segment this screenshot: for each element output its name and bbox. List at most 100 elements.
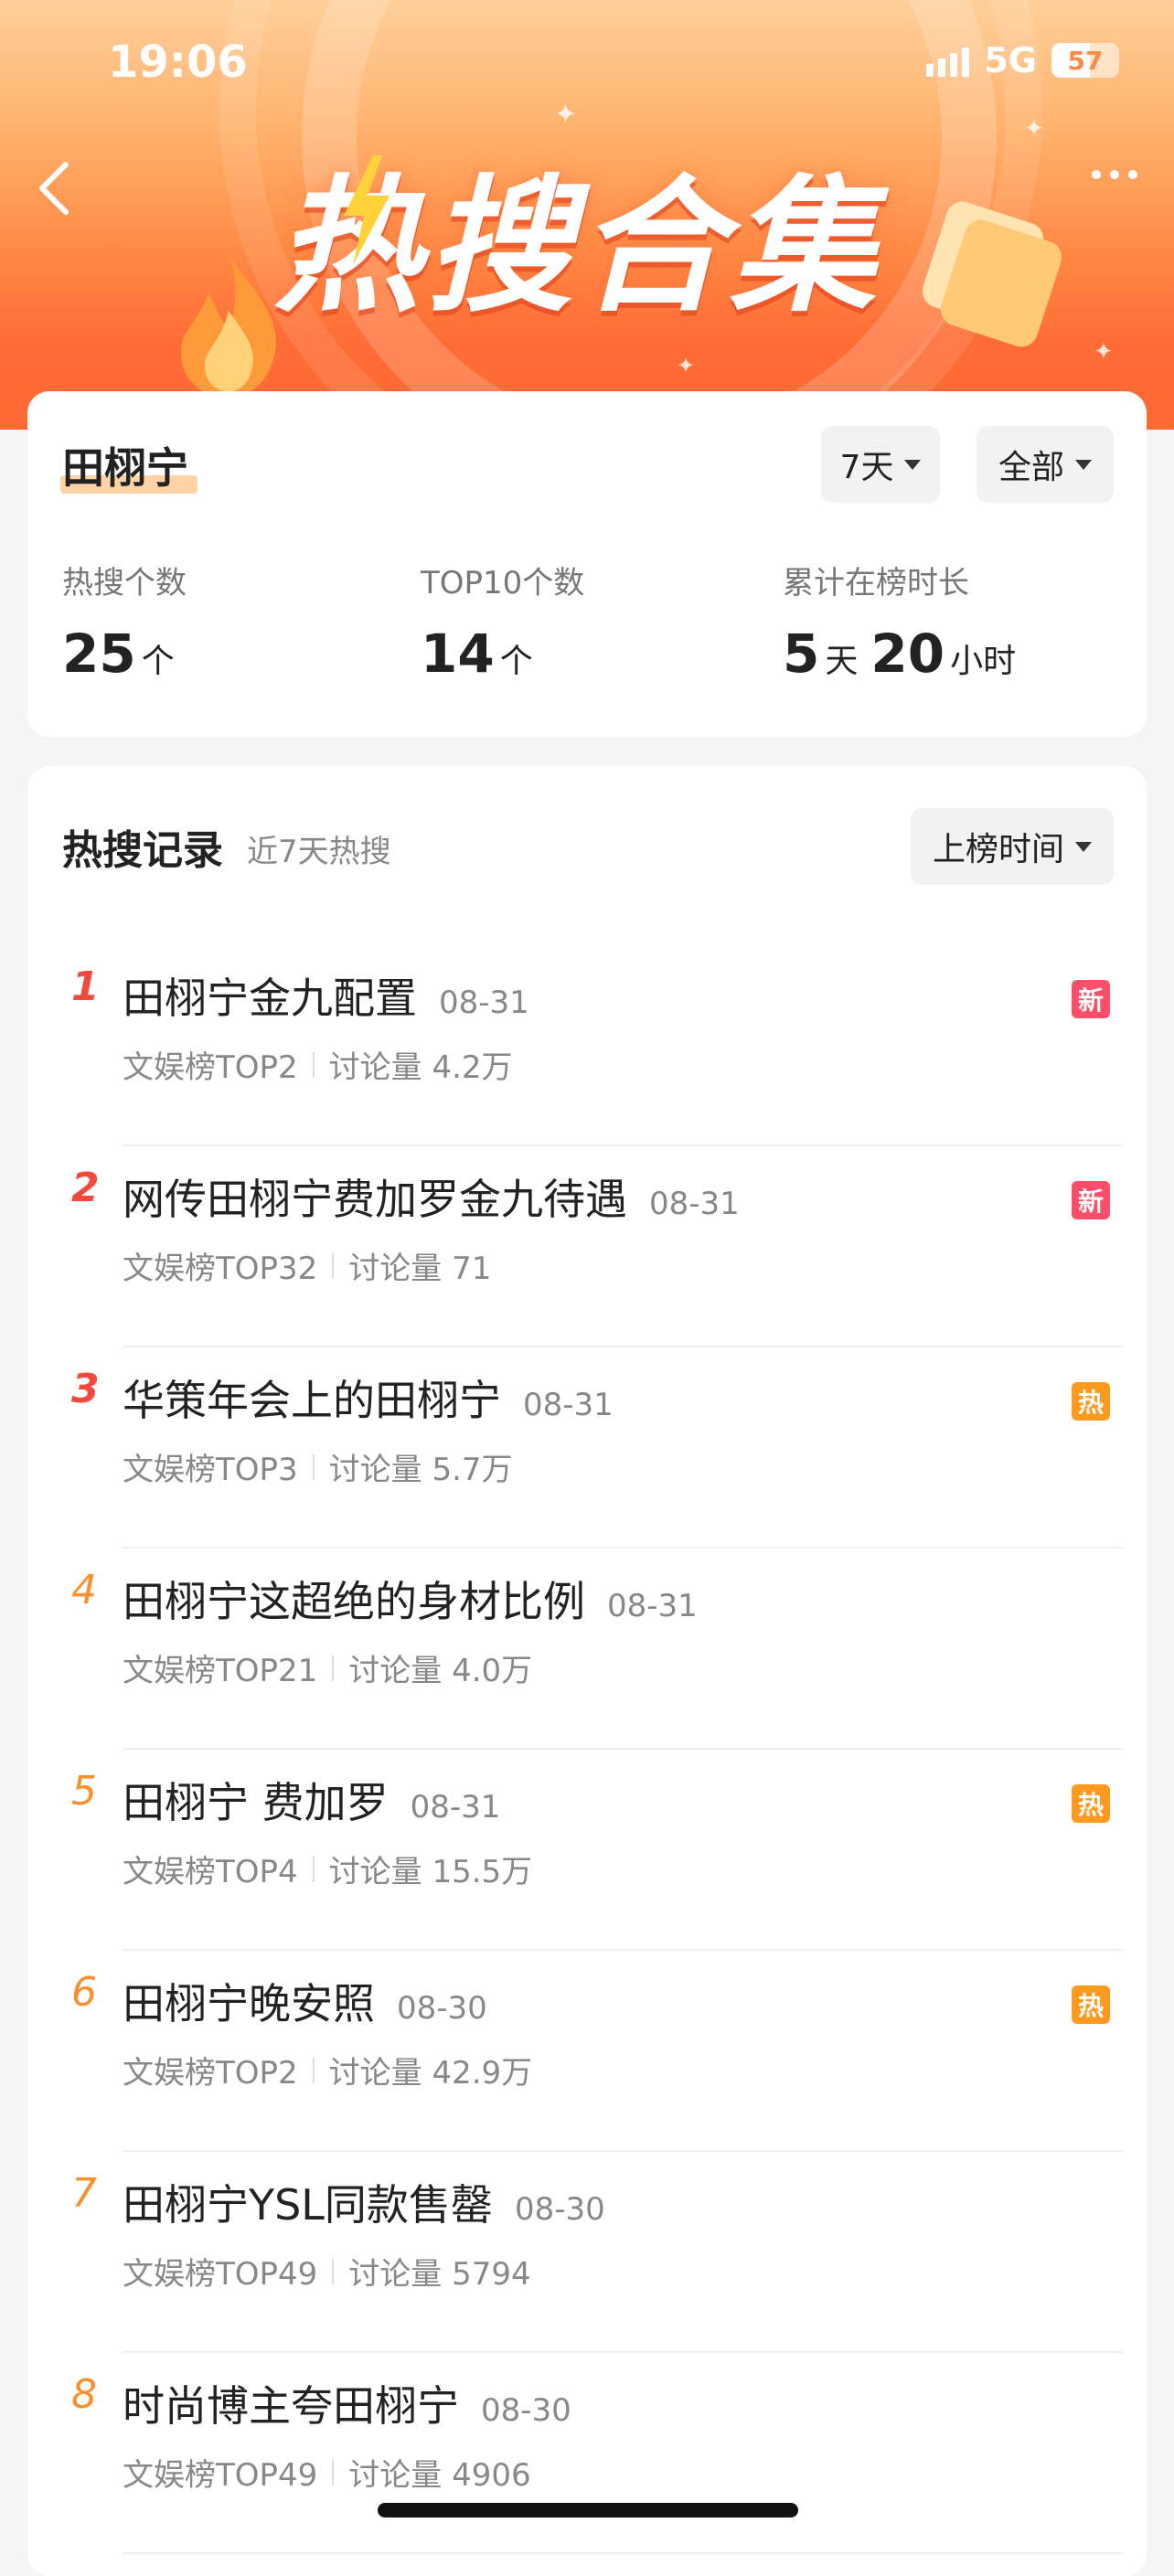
- sparkle-icon: ✦: [677, 353, 696, 378]
- home-indicator[interactable]: [378, 2503, 798, 2517]
- hot-badge: 热: [1072, 1382, 1110, 1421]
- rank-number: 4: [71, 1567, 97, 1613]
- stat-value: 14: [421, 623, 495, 685]
- rank-number: 5: [71, 1768, 97, 1815]
- item-date: 08-30: [481, 2392, 571, 2429]
- item-discussion: 讨论量 5794: [348, 2256, 531, 2293]
- status-bar-right: 5G 57: [926, 40, 1119, 80]
- item-board: 文娱榜TOP21: [123, 1653, 318, 1689]
- list-item[interactable]: 4 田栩宁这超绝的身材比例 08-31 文娱榜TOP21 讨论量 4.0万: [27, 1549, 1147, 1750]
- item-date: 08-31: [410, 1789, 501, 1826]
- summary-card: 田栩宁 7天 全部 热搜个数 25 个 TOP10个数 14 个 累计在榜时长 5天…: [27, 391, 1147, 737]
- folder-icon: [922, 201, 1062, 347]
- period-dropdown[interactable]: 7天: [821, 426, 940, 503]
- rank-number: 1: [71, 963, 100, 1010]
- item-date: 08-30: [397, 1990, 487, 2027]
- item-board: 文娱榜TOP3: [123, 1452, 298, 1488]
- rank-number: 7: [71, 2170, 97, 2217]
- item-discussion: 讨论量 71: [348, 1251, 492, 1287]
- item-discussion: 讨论量 4.0万: [348, 1653, 533, 1689]
- item-discussion: 讨论量 4906: [348, 2457, 531, 2494]
- list-item[interactable]: 1 田栩宁金九配置 08-31 文娱榜TOP2 讨论量 4.2万 新: [27, 945, 1147, 1146]
- list-item[interactable]: 8 时尚博主夸田栩宁 08-30 文娱榜TOP49 讨论量 4906: [27, 2353, 1147, 2554]
- records-subtitle: 近7天热搜: [247, 834, 391, 870]
- rank-number: 6: [71, 1969, 97, 2016]
- item-title: 田栩宁金九配置: [123, 974, 417, 1023]
- stat-value: 25: [62, 623, 136, 685]
- stat-unit: 个: [499, 643, 533, 680]
- sort-dropdown-label: 上榜时间: [932, 831, 1064, 868]
- stat-label: TOP10个数: [421, 565, 585, 601]
- list-item[interactable]: 3 华策年会上的田栩宁 08-31 文娱榜TOP3 讨论量 5.7万 热: [27, 1347, 1147, 1549]
- item-board: 文娱榜TOP4: [123, 1854, 298, 1890]
- item-board: 文娱榜TOP2: [123, 2055, 298, 2092]
- item-title: 网传田栩宁费加罗金九待遇: [123, 1175, 627, 1224]
- records-title: 热搜记录: [62, 827, 223, 874]
- item-board: 文娱榜TOP49: [123, 2256, 318, 2293]
- item-discussion: 讨论量 42.9万: [328, 2055, 533, 2092]
- stat-value: 5: [783, 623, 820, 685]
- list-item[interactable]: 7 田栩宁YSL同款售罄 08-30 文娱榜TOP49 讨论量 5794: [27, 2152, 1147, 2353]
- back-arrow-icon[interactable]: [27, 155, 82, 219]
- stat-unit: 个: [141, 643, 175, 680]
- header-banner: ✦ ✦ ✦ ✦ 19:06 5G 57 热搜合集: [0, 0, 1174, 430]
- sparkle-icon: ✦: [554, 99, 578, 131]
- item-date: 08-31: [607, 1588, 698, 1624]
- item-date: 08-31: [439, 985, 529, 1021]
- hot-badge: 热: [1072, 1985, 1110, 2024]
- item-title: 时尚博主夸田栩宁: [123, 2381, 459, 2431]
- flame-icon: [180, 256, 276, 398]
- item-date: 08-30: [514, 2191, 605, 2228]
- battery-icon: 57: [1051, 43, 1119, 78]
- item-title: 田栩宁 费加罗: [123, 1778, 389, 1827]
- item-title: 田栩宁这超绝的身材比例: [123, 1577, 585, 1626]
- stat-label: 热搜个数: [62, 565, 187, 601]
- status-time: 19:06: [108, 37, 248, 88]
- lightning-icon: [344, 155, 390, 265]
- sort-dropdown[interactable]: 上榜时间: [911, 808, 1114, 885]
- celebrity-name-text: 田栩宁: [62, 443, 188, 493]
- celebrity-name: 田栩宁: [60, 435, 197, 495]
- divider: [123, 2552, 1123, 2554]
- signal-icon: [926, 44, 970, 77]
- stat-unit: 天: [825, 643, 859, 680]
- stat-unit: 小时: [950, 643, 1017, 680]
- item-board: 文娱榜TOP49: [123, 2457, 318, 2494]
- network-type: 5G: [984, 40, 1037, 80]
- stat-hot-count: 热搜个数 25 个: [62, 558, 187, 685]
- chevron-down-icon: [1075, 841, 1092, 852]
- chevron-down-icon: [904, 459, 922, 470]
- battery-level: 57: [1067, 45, 1104, 76]
- item-discussion: 讨论量 4.2万: [328, 1049, 513, 1086]
- item-board: 文娱榜TOP2: [123, 1049, 298, 1086]
- rank-number: 2: [71, 1165, 100, 1211]
- item-discussion: 讨论量 5.7万: [328, 1452, 513, 1488]
- period-dropdown-label: 7天: [839, 449, 894, 486]
- stat-label: 累计在榜时长: [783, 565, 969, 601]
- sparkle-icon: ✦: [1094, 338, 1114, 366]
- item-discussion: 讨论量 15.5万: [328, 1854, 533, 1890]
- type-dropdown[interactable]: 全部: [977, 426, 1114, 503]
- stat-top10-count: TOP10个数 14 个: [421, 558, 584, 685]
- item-title: 田栩宁YSL同款售罄: [123, 2180, 493, 2230]
- item-title: 田栩宁晚安照: [123, 1979, 375, 2028]
- sparkle-icon: ✦: [1024, 115, 1044, 143]
- new-badge: 新: [1072, 980, 1110, 1018]
- new-badge: 新: [1072, 1181, 1110, 1219]
- item-board: 文娱榜TOP32: [123, 1251, 318, 1287]
- list-item[interactable]: 5 田栩宁 费加罗 08-31 文娱榜TOP4 讨论量 15.5万 热: [27, 1750, 1147, 1951]
- records-card: 热搜记录 近7天热搜 上榜时间 1 田栩宁金九配置 08-31 文娱榜TOP2 讨论…: [27, 766, 1147, 2576]
- rank-number: 3: [71, 1366, 100, 1412]
- item-date: 08-31: [649, 1186, 740, 1222]
- type-dropdown-label: 全部: [998, 449, 1064, 486]
- item-date: 08-31: [523, 1387, 614, 1423]
- rank-number: 8: [71, 2371, 97, 2418]
- stat-total-duration: 累计在榜时长 5 天 20 小时: [783, 558, 1016, 685]
- chevron-down-icon: [1075, 459, 1092, 470]
- hot-badge: 热: [1072, 1784, 1110, 1823]
- more-options-icon[interactable]: [1092, 170, 1137, 179]
- list-item[interactable]: 6 田栩宁晚安照 08-30 文娱榜TOP2 讨论量 42.9万 热: [27, 1951, 1147, 2152]
- stat-value: 20: [870, 623, 945, 685]
- list-item[interactable]: 2 网传田栩宁费加罗金九待遇 08-31 文娱榜TOP32 讨论量 71 新: [27, 1146, 1147, 1347]
- item-title: 华策年会上的田栩宁: [123, 1376, 501, 1425]
